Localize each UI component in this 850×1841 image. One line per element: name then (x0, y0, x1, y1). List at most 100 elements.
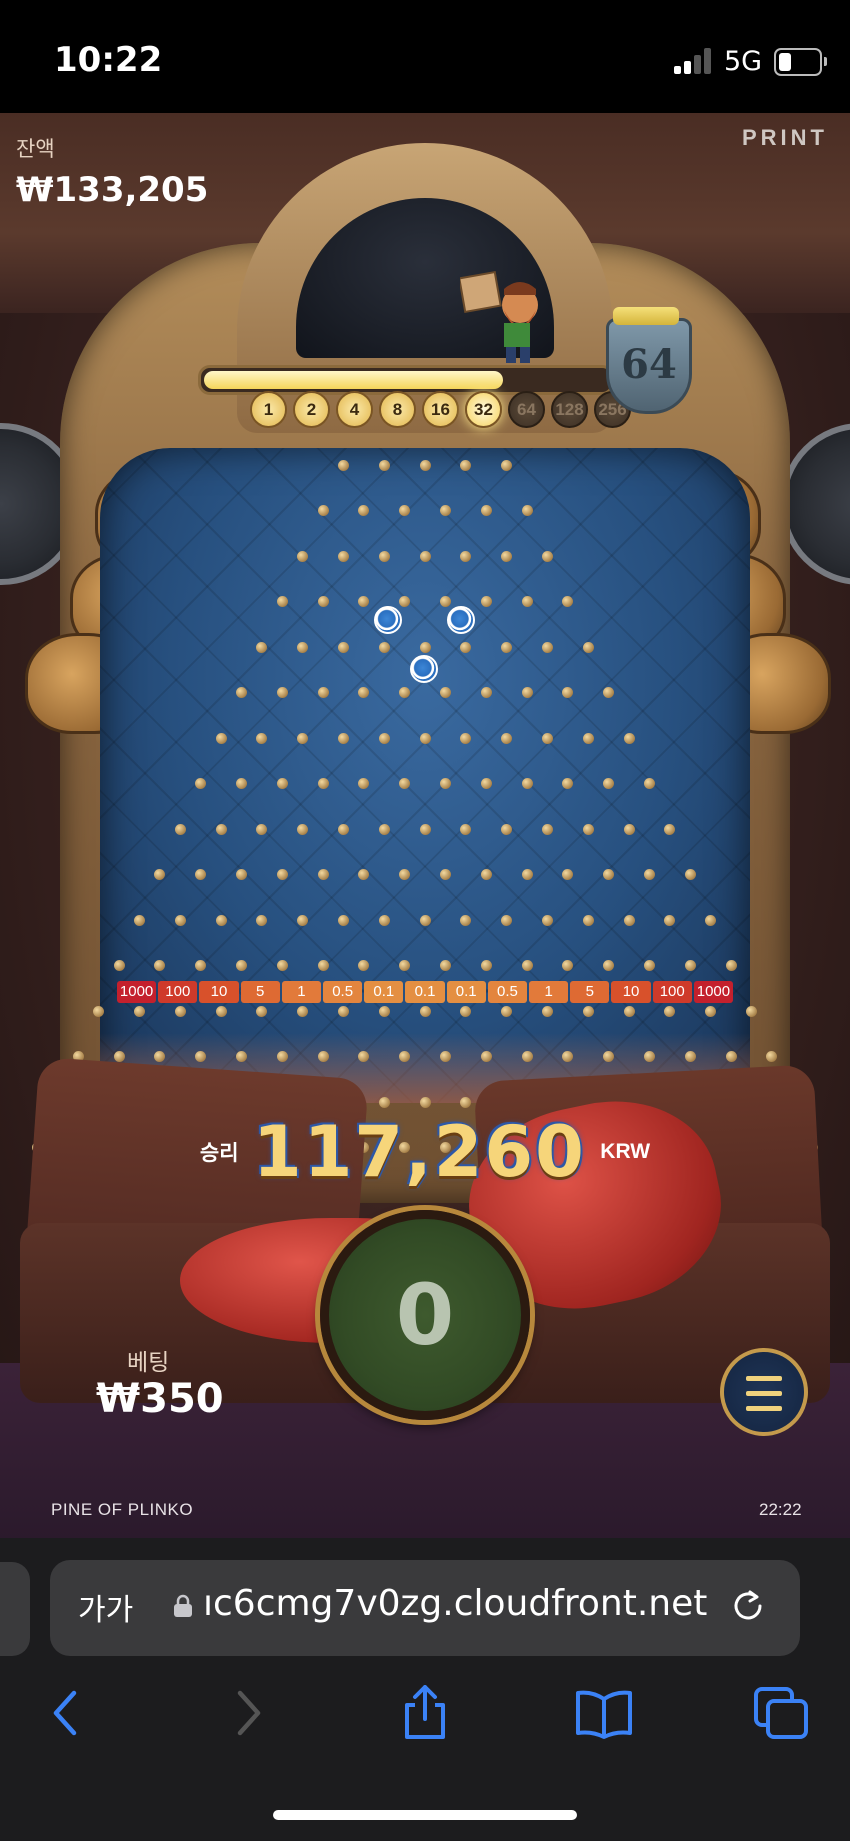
peg (337, 459, 349, 471)
peg (174, 1005, 186, 1017)
peg (297, 550, 309, 562)
peg (521, 1051, 533, 1062)
print-logo: PRINT (742, 125, 828, 150)
multiplier-step: 1 (250, 391, 287, 428)
peg (501, 732, 513, 744)
win-amount: 117,260 (253, 1111, 586, 1193)
multiplier-bin: 0.1 (405, 981, 445, 1003)
peg (643, 1051, 655, 1062)
peg (541, 732, 553, 744)
peg (337, 732, 349, 744)
peg (235, 960, 247, 971)
peg (623, 732, 635, 744)
bucket-multiplier: 64 (621, 341, 677, 388)
win-display: 승리 117,260 KRW (0, 1111, 850, 1193)
peg (684, 1051, 696, 1062)
peg (439, 869, 451, 880)
peg (541, 1005, 553, 1017)
peg (521, 960, 533, 971)
peg (745, 1005, 757, 1017)
peg (419, 732, 431, 744)
peg (317, 596, 329, 607)
url-text[interactable]: ıc6cmg7v0zg.cloudfront.net (203, 1583, 707, 1624)
peg (378, 914, 390, 926)
peg (378, 1005, 390, 1017)
peg (480, 687, 492, 698)
peg (276, 1051, 288, 1062)
peg (643, 960, 655, 971)
peg (439, 505, 451, 516)
share-icon[interactable] (395, 1685, 455, 1741)
plinko-ball (447, 606, 475, 634)
peg (725, 1051, 737, 1062)
peg (480, 505, 492, 516)
win-label: 승리 (199, 1141, 239, 1165)
peg (378, 823, 390, 835)
peg (582, 914, 594, 926)
peg (276, 687, 288, 698)
peg (480, 1051, 492, 1062)
multiplier-bin: 5 (570, 981, 610, 1003)
peg (419, 1096, 431, 1108)
peg (480, 778, 492, 789)
peg (215, 1005, 227, 1017)
multiplier-bin: 1000 (693, 981, 734, 1003)
multiplier-bin: 0.1 (364, 981, 404, 1003)
peg (419, 1005, 431, 1017)
bet-label: 베팅 (127, 1350, 170, 1376)
peg (582, 641, 594, 653)
status-time: 10:22 (54, 40, 163, 80)
plinko-board (100, 448, 750, 1103)
reload-icon[interactable] (728, 1586, 768, 1626)
peg (460, 459, 472, 471)
peg (419, 550, 431, 562)
peg (521, 869, 533, 880)
peg (297, 641, 309, 653)
peg (480, 869, 492, 880)
peg (215, 914, 227, 926)
peg (297, 732, 309, 744)
peg (419, 641, 431, 653)
reader-settings-button[interactable]: 가가 (78, 1585, 133, 1629)
peg (317, 869, 329, 880)
bookmarks-icon[interactable] (574, 1685, 634, 1741)
peg (521, 778, 533, 789)
peg (460, 550, 472, 562)
multiplier-steps: 1 2 4 8 16 32 64 128 256 (250, 391, 631, 429)
multiplier-bin: 5 (240, 981, 280, 1003)
peg (317, 778, 329, 789)
multiplier-bin: 10 (199, 981, 239, 1003)
peg (276, 960, 288, 971)
peg (684, 869, 696, 880)
peg (541, 823, 553, 835)
peg (501, 1005, 513, 1017)
bet-value[interactable]: ₩350 (96, 1376, 224, 1422)
back-icon[interactable] (36, 1685, 96, 1741)
peg (460, 1096, 472, 1108)
peg (501, 823, 513, 835)
menu-button[interactable] (720, 1348, 808, 1436)
peg (276, 596, 288, 607)
multiplier-bucket: 64 (606, 307, 692, 414)
multiplier-bin: 0.5 (487, 981, 528, 1003)
peg (521, 596, 533, 607)
peg (501, 550, 513, 562)
peg (460, 914, 472, 926)
peg (725, 960, 737, 971)
peg (582, 1005, 594, 1017)
game-canvas[interactable]: 1 2 4 8 16 32 64 128 256 64 1000 100 10 5 1 0.5 0.1 0.1… (0, 113, 850, 1538)
tabs-icon[interactable] (752, 1685, 812, 1741)
previous-tab-preview[interactable] (0, 1562, 30, 1656)
peg (256, 914, 268, 926)
spin-button[interactable]: 0 (320, 1210, 530, 1420)
multiplier-bin: 1000 (117, 981, 157, 1003)
game-name: PINE OF PLINKO (51, 1500, 194, 1519)
peg (460, 732, 472, 744)
peg (419, 459, 431, 471)
forward-icon[interactable] (218, 1685, 278, 1741)
peg (439, 596, 451, 607)
peg (460, 1005, 472, 1017)
multiplier-bin: 100 (158, 981, 198, 1003)
peg (337, 823, 349, 835)
peg (643, 869, 655, 880)
